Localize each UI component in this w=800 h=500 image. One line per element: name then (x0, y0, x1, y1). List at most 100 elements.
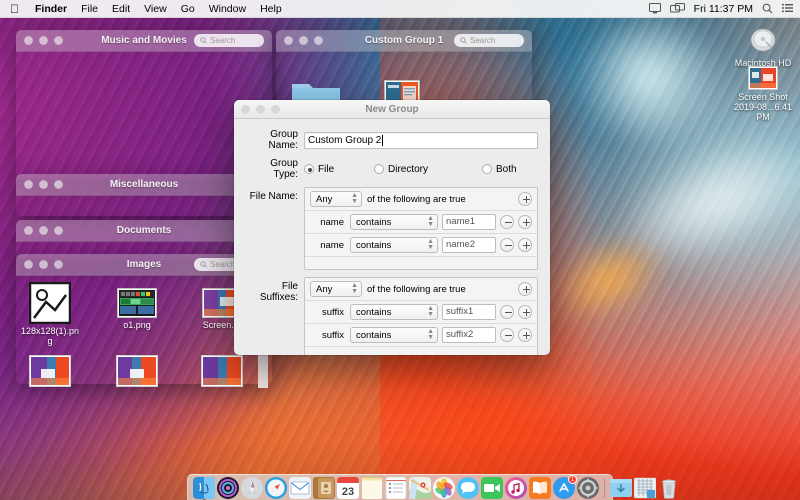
search-input[interactable]: Search (194, 34, 264, 47)
radio-dot-file[interactable] (304, 164, 314, 174)
maximize-button[interactable] (54, 180, 63, 189)
apple-icon[interactable]:  (0, 3, 28, 15)
minimize-button[interactable] (39, 36, 48, 45)
dock-item-reminders[interactable] (385, 477, 407, 499)
remove-rule-button[interactable] (500, 328, 514, 342)
dock-item-launchpad[interactable] (241, 477, 263, 499)
dialog-titlebar[interactable]: New Group (234, 100, 550, 119)
desktop-file-o1[interactable]: o1.png (105, 288, 169, 330)
desktop-file-thumbnail[interactable] (18, 355, 82, 387)
dock-item-maps[interactable] (409, 477, 431, 499)
dock-item-itunes[interactable] (505, 477, 527, 499)
file-name-value-input[interactable]: name2 (442, 237, 496, 253)
screen-mirroring-icon[interactable] (669, 3, 685, 14)
menu-item-edit[interactable]: Edit (105, 0, 137, 18)
add-rule-button[interactable] (518, 238, 532, 252)
menu-item-help[interactable]: Help (253, 0, 289, 18)
dock-item-app-store[interactable]: 1 (553, 475, 577, 499)
close-button[interactable] (24, 226, 33, 235)
traffic-lights[interactable] (16, 36, 63, 45)
radio-dot-directory[interactable] (374, 164, 384, 174)
notification-center-icon[interactable] (782, 3, 793, 14)
maximize-button[interactable] (314, 36, 323, 45)
dock-item-ibooks[interactable] (529, 477, 551, 499)
minimize-button[interactable] (39, 226, 48, 235)
dock-item-contacts[interactable] (313, 477, 335, 499)
maximize-button[interactable] (54, 36, 63, 45)
new-group-dialog[interactable]: New Group Group Name: Custom Group 2 Gro… (234, 100, 550, 355)
dock-item-finder[interactable] (193, 477, 215, 500)
dock-item-notes[interactable] (361, 477, 383, 499)
file-name-operator-popup[interactable]: contains ▲ ▼ (350, 214, 438, 230)
traffic-lights[interactable] (16, 180, 63, 189)
dock-item-mail[interactable] (289, 477, 311, 499)
maximize-button[interactable] (54, 260, 63, 269)
spotlight-search-icon[interactable] (762, 3, 773, 14)
menubar-clock[interactable]: Fri 11:37 PM (694, 3, 753, 15)
window-titlebar[interactable]: Music and Movies Search (16, 30, 272, 52)
file-name-match-popup[interactable]: Any ▲ ▼ (310, 191, 362, 207)
add-rule-button[interactable] (518, 328, 532, 342)
image-placeholder-icon (29, 282, 71, 324)
file-name-operator-popup[interactable]: contains ▲ ▼ (350, 237, 438, 253)
dock-item-siri[interactable] (217, 477, 239, 499)
radio-dot-both[interactable] (482, 164, 492, 174)
add-file-name-rule-button[interactable] (518, 192, 532, 206)
display-icon[interactable] (648, 3, 661, 14)
menu-item-go[interactable]: Go (174, 0, 202, 18)
close-button[interactable] (24, 180, 33, 189)
menu-item-file[interactable]: File (74, 0, 105, 18)
dock-item-system-preferences[interactable] (577, 477, 599, 499)
file-suffixes-value-input[interactable]: suffix1 (442, 304, 496, 320)
menu-item-view[interactable]: View (137, 0, 174, 18)
menu-item-finder[interactable]: Finder (28, 0, 74, 18)
traffic-lights[interactable] (16, 260, 63, 269)
close-button[interactable] (24, 260, 33, 269)
file-suffixes-value-input[interactable]: suffix2 (442, 327, 496, 343)
dock-item-calendar[interactable]: 23 (337, 477, 359, 499)
add-rule-button[interactable] (518, 305, 532, 319)
radio-group-type-directory[interactable]: Directory (374, 164, 482, 175)
window-titlebar[interactable]: Custom Group 1 Search (276, 30, 532, 52)
traffic-lights[interactable] (16, 226, 63, 235)
maximize-button[interactable] (54, 226, 63, 235)
search-input[interactable]: Search (454, 34, 524, 47)
desktop-icon-screenshot[interactable]: Screen Shot 2019-08...6.41 PM (726, 66, 800, 122)
dock-item-documents-stack[interactable] (634, 477, 656, 499)
minimize-button[interactable] (299, 36, 308, 45)
dock-item-photos[interactable] (433, 477, 455, 499)
file-suffixes-match-popup[interactable]: Any ▲ ▼ (310, 281, 362, 297)
dock-item-downloads-stack[interactable] (610, 477, 632, 499)
file-suffixes-operator-popup[interactable]: contains ▲ ▼ (350, 327, 438, 343)
desktop-file-128x128[interactable]: 128x128(1).png (18, 282, 82, 346)
desktop-icon-macintosh-hd[interactable]: Macintosh HD (726, 26, 800, 68)
group-name-input[interactable]: Custom Group 2 (304, 131, 538, 149)
add-file-suffix-rule-button[interactable] (518, 282, 532, 296)
desktop-file-thumbnail[interactable] (190, 355, 254, 387)
dock-item-facetime[interactable] (481, 477, 503, 499)
close-button[interactable] (284, 36, 293, 45)
remove-rule-button[interactable] (500, 238, 514, 252)
dock-item-safari[interactable] (265, 477, 287, 499)
file-suffixes-operator-value: contains (356, 306, 392, 318)
desktop-file-thumbnail[interactable] (105, 355, 169, 387)
minimize-button[interactable] (39, 180, 48, 189)
menu-item-window[interactable]: Window (202, 0, 253, 18)
dock-item-trash[interactable] (658, 477, 680, 499)
remove-rule-button[interactable] (500, 305, 514, 319)
app-store-badge: 1 (568, 475, 577, 484)
dock-item-messages[interactable] (457, 477, 479, 499)
file-name-match-suffix: of the following are true (367, 193, 466, 205)
screenshot-thumbnail-icon (117, 288, 157, 318)
close-button[interactable] (24, 36, 33, 45)
add-rule-button[interactable] (518, 215, 532, 229)
radio-group-type-both[interactable]: Both (482, 164, 517, 175)
traffic-lights[interactable] (276, 36, 323, 45)
file-suffixes-operator-popup[interactable]: contains ▲ ▼ (350, 304, 438, 320)
minimize-button[interactable] (39, 260, 48, 269)
file-suffixes-rule-field: suffix (321, 329, 344, 341)
file-name-value-input[interactable]: name1 (442, 214, 496, 230)
radio-group-type-file[interactable]: File (304, 164, 374, 175)
remove-rule-button[interactable] (500, 215, 514, 229)
group-name-label: Group Name: (268, 129, 298, 151)
